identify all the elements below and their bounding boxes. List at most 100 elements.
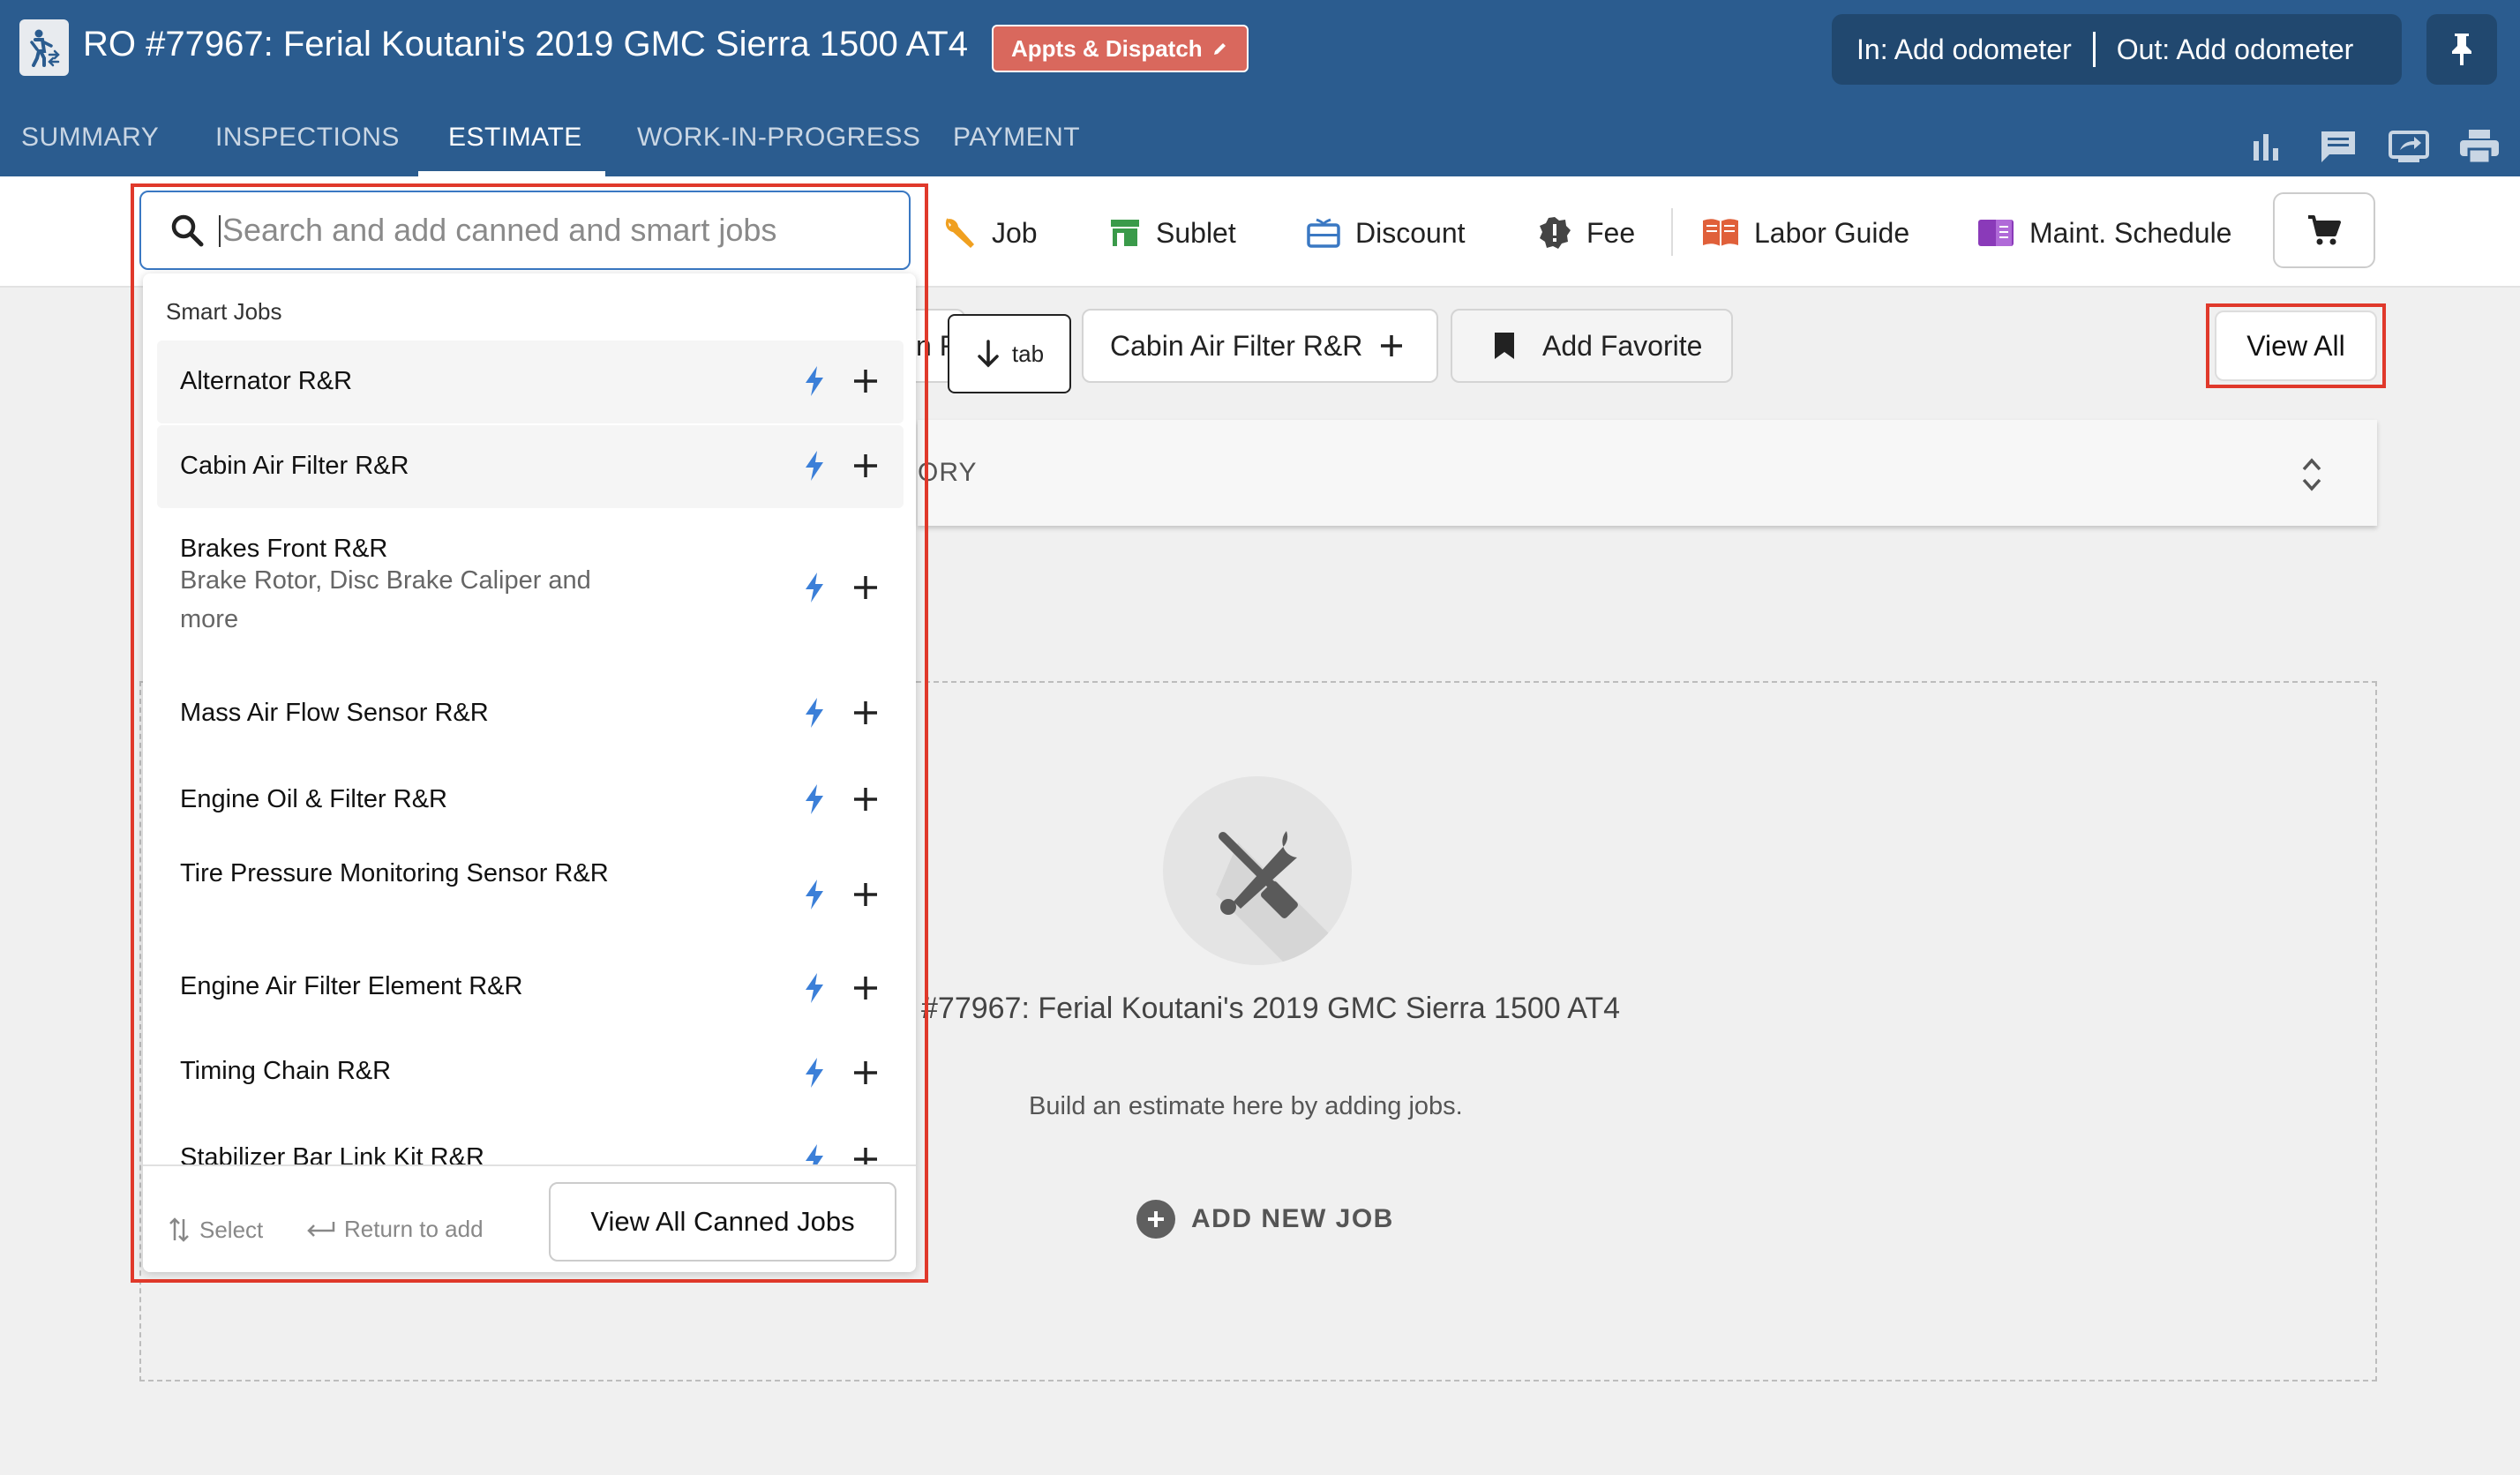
smart-job-item[interactable]: Engine Oil & Filter R&R (157, 753, 904, 838)
job-actions (803, 879, 879, 910)
up-down-arrows-icon (169, 1217, 189, 1242)
wrench-icon (945, 218, 974, 248)
maint-schedule-button[interactable]: Maint. Schedule (1976, 208, 2231, 258)
smart-jobs-header: Smart Jobs (166, 298, 282, 325)
add-discount-label: Discount (1355, 216, 1466, 249)
labor-guide-button[interactable]: Labor Guide (1701, 208, 1909, 258)
select-hint-label: Select (199, 1216, 264, 1243)
add-job-plus-icon[interactable] (852, 368, 879, 394)
shop-logo-icon[interactable] (19, 19, 69, 76)
screen-share-icon[interactable] (2382, 122, 2435, 171)
add-new-job-button[interactable]: ADD NEW JOB (1136, 1200, 1394, 1239)
add-job-plus-icon[interactable] (852, 574, 879, 601)
tab-estimate[interactable]: ESTIMATE (448, 99, 582, 176)
tab-shortcut-hint: tab (948, 314, 1071, 393)
job-name: Stabilizer Bar Link Kit R&R (180, 1143, 484, 1164)
smart-job-item[interactable]: Cabin Air Filter R&R (157, 425, 904, 508)
odometer-in-button[interactable]: In: Add odometer (1856, 34, 2072, 66)
smart-jobs-list: Alternator R&R Cabin Air Filter R&R Brak… (157, 339, 904, 1164)
lightning-bolt-icon (806, 1144, 823, 1164)
odometer-panel: In: Add odometer Out: Add odometer (1832, 14, 2402, 85)
job-name: Alternator R&R (180, 367, 353, 395)
category-bar[interactable]: ORY (918, 420, 2377, 526)
smart-job-item[interactable]: Mass Air Flow Sensor R&R (157, 667, 904, 752)
odometer-divider (2092, 32, 2096, 67)
pin-button[interactable] (2426, 14, 2497, 85)
job-actions (803, 972, 879, 1004)
tab-work-in-progress[interactable]: WORK-IN-PROGRESS (637, 99, 920, 176)
add-job-plus-icon[interactable] (852, 786, 879, 812)
bar-chart-icon[interactable] (2239, 122, 2292, 171)
view-all-favorites-button[interactable]: View All (2215, 311, 2377, 381)
expand-collapse-icon[interactable] (2299, 455, 2324, 494)
job-actions (803, 783, 879, 815)
lightning-bolt-icon (806, 1058, 823, 1088)
add-job-plus-icon[interactable] (852, 975, 879, 1001)
lightning-bolt-icon (806, 698, 823, 728)
fee-badge-icon (1540, 217, 1571, 249)
tab-summary[interactable]: SUMMARY (21, 99, 159, 176)
bookmark-icon (1495, 333, 1514, 359)
schedule-book-icon (1978, 220, 2014, 246)
add-fee-button[interactable]: Fee (1537, 208, 1635, 258)
add-sublet-button[interactable]: Sublet (1108, 208, 1236, 258)
smart-job-item[interactable]: Stabilizer Bar Link Kit R&R (157, 1119, 904, 1164)
add-job-plus-icon[interactable] (852, 1146, 879, 1164)
job-actions (803, 572, 879, 603)
smart-job-item[interactable]: Brakes Front R&R Brake Rotor, Disc Brake… (157, 510, 904, 665)
book-icon (1703, 219, 1738, 246)
favorite-chip-cabin-label: Cabin Air Filter R&R (1110, 329, 1363, 362)
add-job-plus-icon[interactable] (852, 453, 879, 479)
arrow-down-icon (978, 340, 999, 368)
smart-job-item[interactable]: Tire Pressure Monitoring Sensor R&R (157, 840, 904, 944)
lightning-bolt-icon (806, 451, 823, 481)
return-arrow-icon (307, 1221, 335, 1237)
smart-job-item[interactable]: Timing Chain R&R (157, 1032, 904, 1117)
appts-dispatch-label: Appts & Dispatch (1011, 34, 1203, 62)
title-row: RO #77967: Ferial Koutani's 2019 GMC Sie… (0, 0, 2520, 99)
tab-payment[interactable]: PAYMENT (953, 99, 1080, 176)
add-job-plus-icon[interactable] (852, 881, 879, 908)
add-job-plus-icon[interactable] (852, 1059, 879, 1086)
lightning-bolt-icon (806, 366, 823, 396)
job-name: Tire Pressure Monitoring Sensor R&R (180, 859, 609, 887)
add-job-button[interactable]: Job (941, 208, 1038, 258)
text-cursor (219, 215, 221, 247)
tab-hint-label: tab (1011, 340, 1045, 367)
job-name: Timing Chain R&R (180, 1057, 392, 1085)
print-icon[interactable] (2453, 122, 2506, 171)
select-hint: Select (168, 1216, 263, 1244)
main-tabs: SUMMARY INSPECTIONS ESTIMATE WORK-IN-PRO… (0, 99, 2118, 176)
edit-pencil-icon (1213, 43, 1226, 55)
appts-dispatch-badge[interactable]: Appts & Dispatch (992, 25, 1249, 72)
add-job-plus-icon[interactable] (852, 700, 879, 726)
job-name: Engine Oil & Filter R&R (180, 785, 447, 813)
job-name: Brakes Front R&R (180, 535, 388, 563)
empty-state-subtitle: Build an estimate here by adding jobs. (1029, 1092, 1463, 1120)
add-discount-button[interactable]: Discount (1306, 208, 1466, 258)
job-description: Brake Rotor, Disc Brake Caliper and more (180, 566, 591, 633)
message-icon[interactable] (2312, 122, 2365, 171)
job-name: Mass Air Flow Sensor R&R (180, 699, 489, 727)
favorite-chip-cabin-air-filter[interactable]: Cabin Air Filter R&R (1082, 309, 1438, 383)
job-actions (803, 697, 879, 729)
empty-state-title: #77967: Ferial Koutani's 2019 GMC Sierra… (921, 992, 1621, 1025)
cart-button[interactable] (2273, 192, 2375, 268)
store-icon (1111, 220, 1139, 246)
tab-inspections[interactable]: INSPECTIONS (215, 99, 400, 176)
add-favorite-button[interactable]: Add Favorite (1451, 309, 1733, 383)
job-search-box[interactable] (139, 191, 911, 270)
search-icon (171, 214, 204, 247)
lightning-bolt-icon (806, 573, 823, 603)
smart-job-item[interactable]: Engine Air Filter Element R&R (157, 946, 904, 1030)
return-hint: Return to add (305, 1216, 484, 1243)
odometer-out-button[interactable]: Out: Add odometer (2117, 34, 2354, 66)
lightning-bolt-icon (806, 784, 823, 814)
view-all-canned-jobs-button[interactable]: View All Canned Jobs (549, 1182, 896, 1262)
job-actions (803, 365, 879, 397)
labor-guide-label: Labor Guide (1754, 216, 1910, 249)
smart-job-item[interactable]: Alternator R&R (157, 341, 904, 423)
job-search-input[interactable] (222, 212, 875, 249)
job-actions (803, 1057, 879, 1089)
empty-state-tools-icon (1163, 776, 1352, 965)
